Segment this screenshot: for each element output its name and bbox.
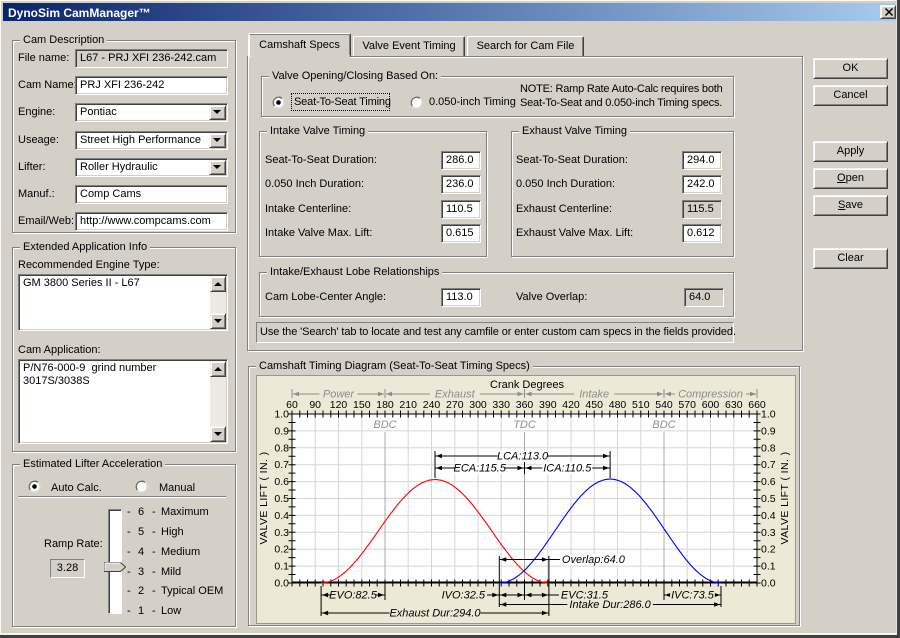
svg-text:510: 510	[632, 399, 650, 411]
svg-text:Intake Dur:286.0: Intake Dur:286.0	[569, 599, 651, 611]
svg-text:270: 270	[446, 399, 464, 411]
svg-text:240: 240	[423, 399, 441, 411]
svg-text:0.8: 0.8	[761, 442, 776, 454]
svg-text:Crank Degrees: Crank Degrees	[490, 379, 564, 391]
svg-text:90: 90	[309, 399, 321, 411]
svg-text:180: 180	[376, 399, 394, 411]
svg-text:0.7: 0.7	[761, 459, 776, 471]
svg-text:360: 360	[516, 399, 534, 411]
svg-text:Exhaust: Exhaust	[435, 389, 476, 401]
svg-text:390: 390	[539, 399, 557, 411]
svg-text:1.0: 1.0	[274, 409, 289, 421]
svg-text:0.6: 0.6	[274, 476, 289, 488]
svg-text:0.1: 0.1	[761, 561, 776, 573]
svg-text:IVO:32.5: IVO:32.5	[442, 590, 486, 602]
svg-text:BDC: BDC	[652, 419, 675, 431]
svg-text:330: 330	[492, 399, 510, 411]
svg-text:Intake: Intake	[579, 389, 609, 401]
svg-text:ECA:115.5: ECA:115.5	[454, 463, 507, 475]
svg-text:0.5: 0.5	[761, 493, 776, 505]
svg-text:0.3: 0.3	[274, 527, 289, 539]
svg-text:0.4: 0.4	[274, 510, 289, 522]
svg-text:TDC: TDC	[513, 419, 536, 431]
svg-text:IVC:73.5: IVC:73.5	[671, 590, 715, 602]
svg-text:450: 450	[585, 399, 603, 411]
svg-text:1.0: 1.0	[761, 409, 776, 421]
svg-text:0.1: 0.1	[274, 561, 289, 573]
svg-text:0.6: 0.6	[761, 476, 776, 488]
svg-text:0.2: 0.2	[761, 544, 776, 556]
svg-text:0.2: 0.2	[274, 544, 289, 556]
svg-text:540: 540	[655, 399, 673, 411]
svg-text:BDC: BDC	[373, 419, 396, 431]
svg-text:0.0: 0.0	[274, 578, 289, 590]
svg-text:LCA:113.0: LCA:113.0	[497, 451, 549, 463]
svg-text:630: 630	[725, 399, 743, 411]
svg-text:0.5: 0.5	[274, 493, 289, 505]
svg-text:EVO:82.5: EVO:82.5	[329, 590, 378, 602]
svg-text:0.7: 0.7	[274, 459, 289, 471]
svg-text:Exhaust Dur:294.0: Exhaust Dur:294.0	[389, 608, 481, 620]
svg-text:ICA:110.5: ICA:110.5	[543, 463, 592, 475]
svg-text:570: 570	[678, 399, 696, 411]
svg-text:0.9: 0.9	[274, 425, 289, 437]
svg-text:0.4: 0.4	[761, 510, 776, 522]
svg-text:0.0: 0.0	[761, 578, 776, 590]
svg-text:210: 210	[399, 399, 417, 411]
svg-text:150: 150	[353, 399, 371, 411]
svg-text:120: 120	[330, 399, 348, 411]
svg-text:Compression: Compression	[678, 389, 743, 401]
svg-text:420: 420	[562, 399, 580, 411]
svg-text:0.8: 0.8	[274, 442, 289, 454]
svg-text:Power: Power	[323, 389, 356, 401]
svg-text:480: 480	[609, 399, 627, 411]
svg-text:VALVE LIFT ( IN. ): VALVE LIFT ( IN. )	[779, 452, 791, 545]
svg-text:VALVE LIFT ( IN. ): VALVE LIFT ( IN. )	[258, 452, 270, 545]
svg-text:Overlap:64.0: Overlap:64.0	[562, 554, 626, 566]
svg-text:600: 600	[702, 399, 720, 411]
svg-text:300: 300	[469, 399, 487, 411]
svg-text:0.9: 0.9	[761, 425, 776, 437]
svg-text:0.3: 0.3	[761, 527, 776, 539]
